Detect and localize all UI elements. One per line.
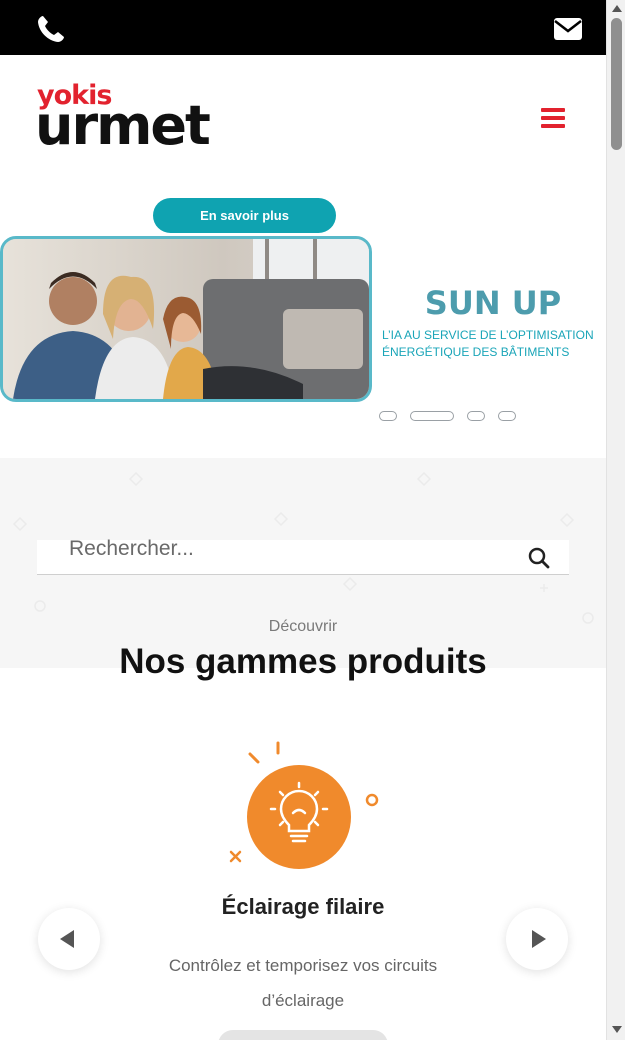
section-kicker: Découvrir (268, 618, 338, 635)
brand-logo[interactable]: yokis urmet (35, 82, 211, 160)
mail-icon[interactable] (553, 17, 583, 41)
carousel-next-button[interactable] (506, 908, 568, 970)
slide-description: L’IA AU SERVICE DE L’OPTIMISATION ÉNERGÉ… (382, 328, 594, 359)
page-scrollbar[interactable] (606, 0, 625, 1040)
page: yokis urmet En savoir plus SUN UP L’IA A… (0, 0, 606, 1040)
logo-urmet-text: urmet (35, 94, 211, 157)
hamburger-menu-icon[interactable] (541, 108, 565, 130)
carousel-dot-4[interactable] (498, 411, 516, 421)
product-card-description: Contrôlez et temporisez vos circuits d’é… (168, 956, 438, 1010)
carousel-dot-2[interactable] (410, 411, 454, 421)
hero-family-image (0, 236, 372, 402)
carousel-dot-1[interactable] (379, 411, 397, 421)
scroll-down-arrow-icon[interactable] (612, 1026, 622, 1033)
section-title: Nos gammes produits (119, 642, 487, 681)
lightbulb-icon (247, 765, 351, 869)
learn-more-button[interactable]: En savoir plus (153, 198, 336, 233)
carousel-prev-button[interactable] (38, 908, 100, 970)
slide-title: SUN UP (424, 284, 562, 322)
search-icon[interactable] (527, 546, 551, 570)
top-contact-bar (0, 0, 606, 55)
hero-slide-text: SUN UP L’IA AU SERVICE DE L’OPTIMISATION… (382, 283, 604, 361)
product-card-button[interactable] (218, 1030, 388, 1040)
scroll-up-arrow-icon[interactable] (612, 5, 622, 12)
search-input[interactable]: Rechercher... (69, 538, 194, 559)
product-range-section: Rechercher... Découvrir Nos gammes produ… (0, 458, 606, 1040)
carousel-dot-3[interactable] (467, 411, 485, 421)
arrow-left-icon (60, 930, 74, 948)
phone-icon[interactable] (36, 14, 66, 44)
search-bar[interactable]: Rechercher... (37, 538, 569, 575)
carousel-pagination (379, 411, 519, 423)
scrollbar-thumb[interactable] (611, 18, 622, 150)
arrow-right-icon (532, 930, 546, 948)
lightbulb-illustration (225, 738, 385, 869)
